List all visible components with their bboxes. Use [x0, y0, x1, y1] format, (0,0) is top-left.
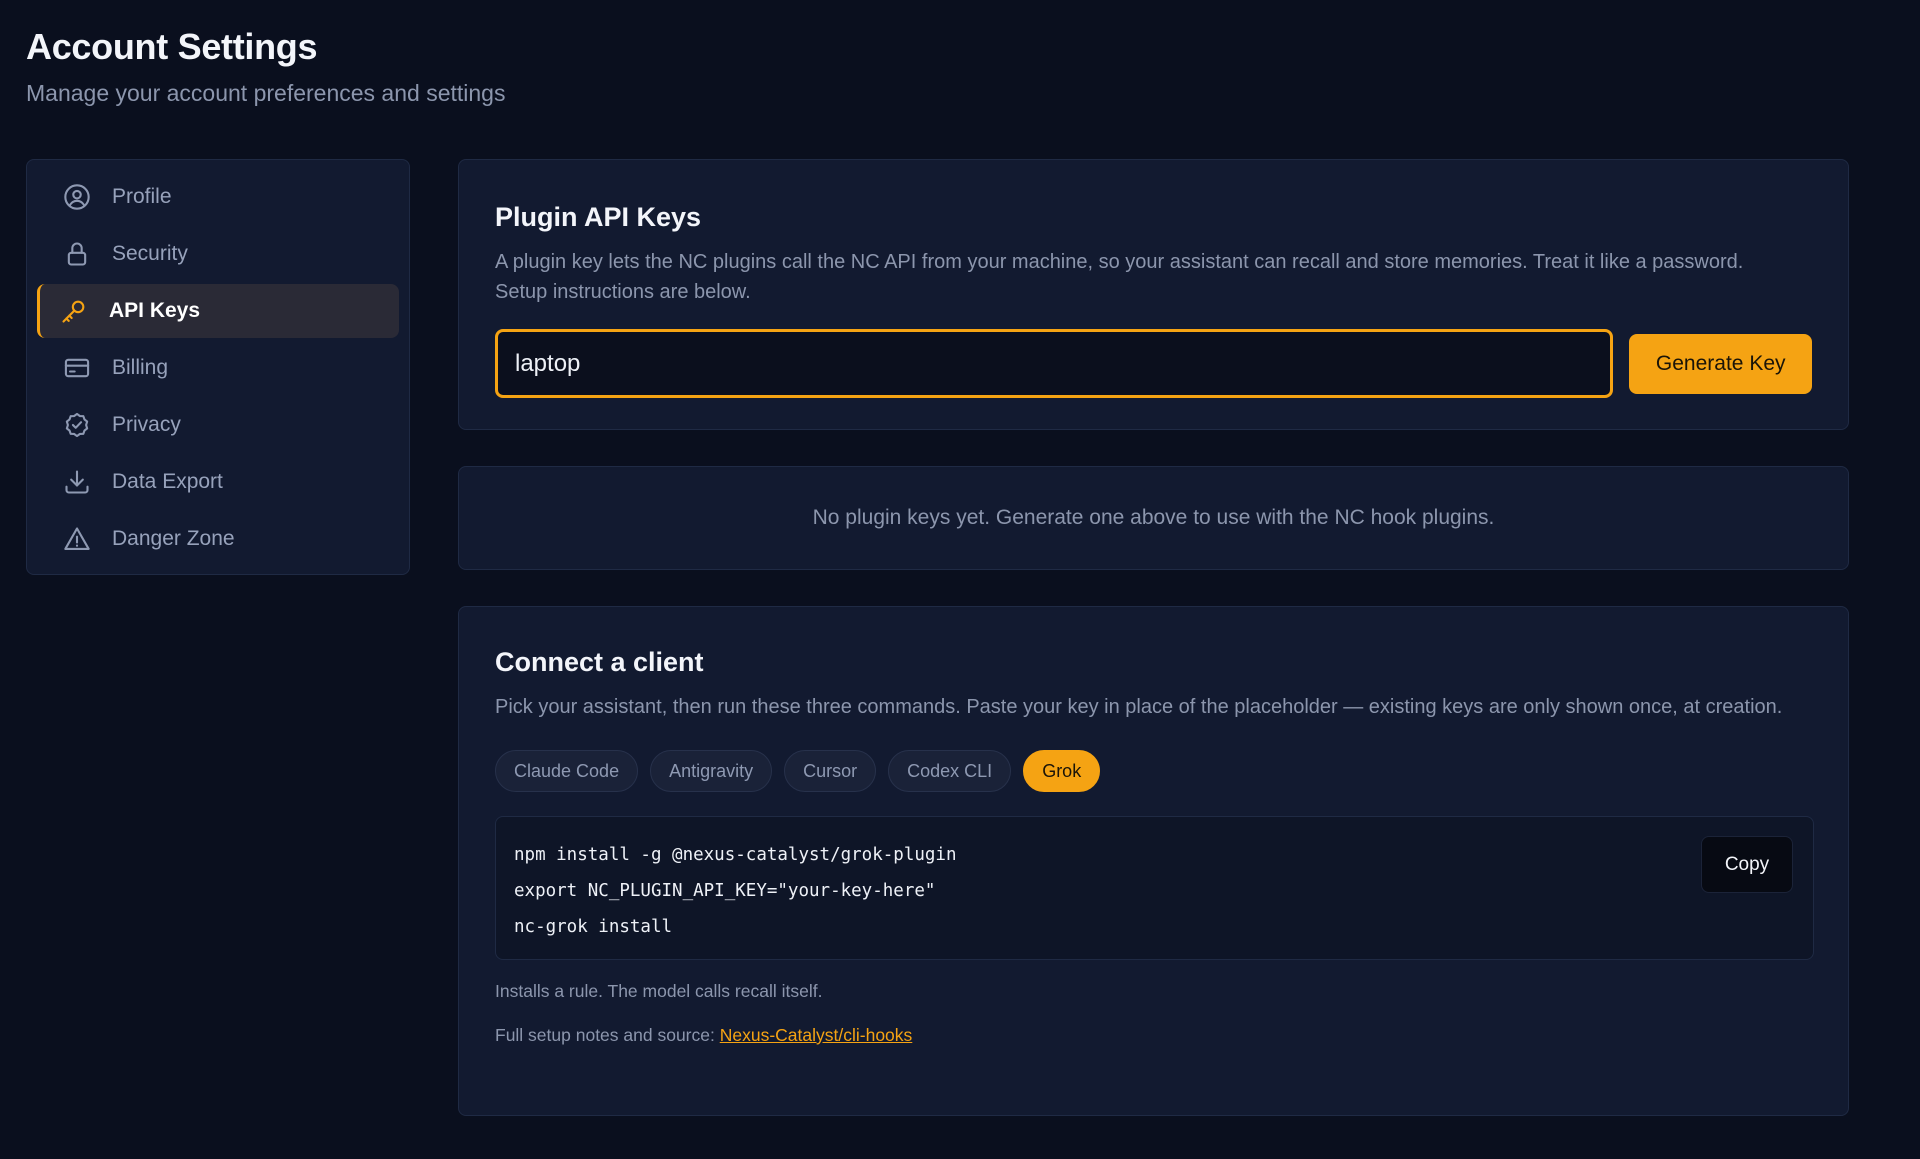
sidebar-item-label: Privacy	[112, 413, 181, 436]
sidebar-item-billing[interactable]: Billing	[37, 341, 399, 395]
code-line: nc-grok install	[514, 917, 673, 937]
card-title: Plugin API Keys	[495, 202, 702, 232]
page-header: Account Settings Manage your account pre…	[26, 26, 505, 107]
source-link[interactable]: Nexus-Catalyst/cli-hooks	[720, 1025, 913, 1045]
key-input-row: Generate Key	[495, 329, 1812, 398]
connect-client-card: Connect a client Pick your assistant, th…	[458, 606, 1849, 1116]
sidebar-item-data-export[interactable]: Data Export	[37, 455, 399, 509]
shield-check-icon	[62, 410, 92, 440]
tab-cursor[interactable]: Cursor	[784, 750, 877, 792]
tab-antigravity[interactable]: Antigravity	[650, 750, 773, 792]
source-note: Full setup notes and source: Nexus-Catal…	[495, 1025, 1812, 1046]
tab-claude-code[interactable]: Claude Code	[495, 750, 639, 792]
tab-grok[interactable]: Grok	[1023, 750, 1101, 792]
sidebar-item-label: API Keys	[109, 299, 201, 322]
code-line: npm install -g @nexus-catalyst/grok-plug…	[514, 845, 957, 865]
install-note: Installs a rule. The model calls recall …	[495, 981, 823, 1001]
sidebar-item-security[interactable]: Security	[37, 227, 399, 281]
sidebar-item-profile[interactable]: Profile	[37, 170, 399, 224]
source-prefix: Full setup notes and source:	[495, 1025, 720, 1045]
code-line: export NC_PLUGIN_API_KEY="your-key-here"	[514, 881, 936, 901]
credit-card-icon	[62, 353, 92, 383]
page-subtitle: Manage your account preferences and sett…	[26, 80, 506, 106]
card-description: Pick your assistant, then run these thre…	[495, 696, 1783, 718]
lock-icon	[62, 239, 92, 269]
sidebar-item-label: Billing	[112, 356, 169, 379]
key-name-input[interactable]	[495, 329, 1614, 398]
user-circle-icon	[62, 182, 92, 212]
sidebar-item-label: Security	[112, 242, 188, 265]
sidebar-item-label: Danger Zone	[112, 527, 235, 550]
page-title: Account Settings	[26, 26, 318, 67]
card-description: A plugin key lets the NC plugins call th…	[495, 251, 1744, 303]
command-code-block: npm install -g @nexus-catalyst/grok-plug…	[495, 816, 1814, 960]
client-tabs: Claude Code Antigravity Cursor Codex CLI…	[495, 750, 1812, 792]
sidebar-item-privacy[interactable]: Privacy	[37, 398, 399, 452]
settings-sidebar: Profile Security API Keys Billing Privac…	[26, 159, 410, 575]
sidebar-item-api-keys[interactable]: API Keys	[37, 284, 399, 338]
empty-state-message: No plugin keys yet. Generate one above t…	[812, 506, 1495, 529]
download-icon	[62, 467, 92, 497]
copy-button[interactable]: Copy	[1701, 836, 1793, 893]
sidebar-item-label: Data Export	[112, 470, 223, 493]
tab-codex-cli[interactable]: Codex CLI	[888, 750, 1012, 792]
generate-key-button[interactable]: Generate Key	[1629, 333, 1812, 394]
card-title: Connect a client	[495, 647, 704, 677]
plugin-api-keys-card: Plugin API Keys A plugin key lets the NC…	[458, 159, 1849, 430]
sidebar-item-danger-zone[interactable]: Danger Zone	[37, 512, 399, 566]
empty-keys-card: No plugin keys yet. Generate one above t…	[458, 466, 1849, 570]
key-icon	[59, 296, 89, 326]
sidebar-item-label: Profile	[112, 185, 172, 208]
warning-icon	[62, 524, 92, 554]
